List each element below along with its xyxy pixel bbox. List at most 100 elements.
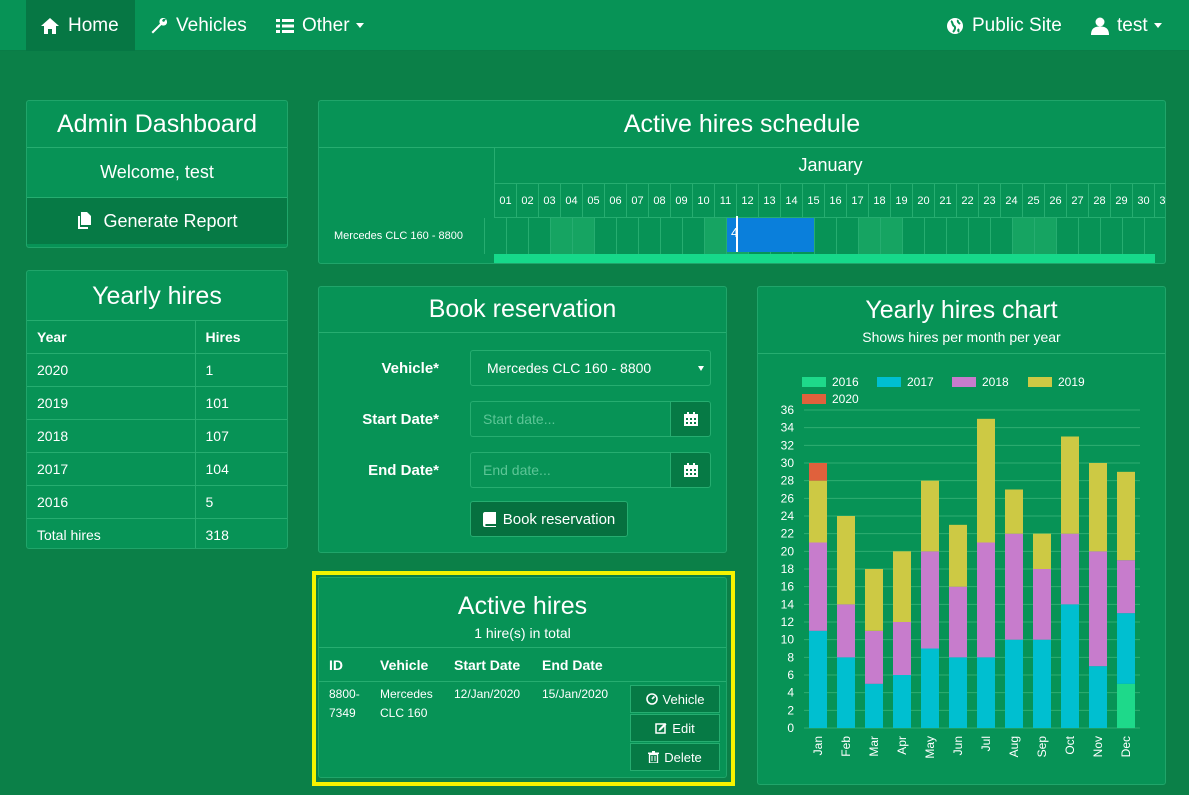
- total-value-cell: 318: [194, 518, 287, 548]
- schedule-cell[interactable]: [1012, 218, 1034, 254]
- end-date-calendar-button[interactable]: [670, 452, 711, 488]
- bar-segment[interactable]: [809, 480, 827, 543]
- schedule-cell[interactable]: [660, 218, 682, 254]
- bar-segment[interactable]: [865, 630, 883, 684]
- bar-segment[interactable]: [1005, 639, 1023, 728]
- x-tick-label: Mar: [867, 736, 881, 757]
- hire-vehicle-cell: Mercedes CLC 160: [380, 685, 433, 723]
- bar-segment[interactable]: [1117, 683, 1135, 728]
- nav-user-menu[interactable]: test: [1077, 0, 1176, 51]
- delete-hire-button[interactable]: Delete: [630, 743, 720, 771]
- schedule-cell[interactable]: [1078, 218, 1100, 254]
- bar-segment[interactable]: [921, 648, 939, 729]
- bar-segment[interactable]: [921, 480, 939, 552]
- bar-segment[interactable]: [949, 586, 967, 658]
- bar-segment[interactable]: [1117, 471, 1135, 561]
- schedule-cell[interactable]: [990, 218, 1012, 254]
- bar-segment[interactable]: [949, 524, 967, 587]
- hire-vehicle-line: Mercedes: [380, 687, 433, 701]
- day-header: 02: [516, 184, 538, 217]
- schedule-cell[interactable]: [924, 218, 946, 254]
- schedule-cell[interactable]: [1122, 218, 1144, 254]
- schedule-cell[interactable]: [682, 218, 704, 254]
- schedule-cell[interactable]: [836, 218, 858, 254]
- bar-segment[interactable]: [1117, 613, 1135, 684]
- hire-bar[interactable]: [727, 218, 814, 252]
- bar-segment[interactable]: [865, 683, 883, 728]
- schedule-cell[interactable]: [638, 218, 660, 254]
- bar-segment[interactable]: [893, 622, 911, 675]
- nav-vehicles[interactable]: Vehicles: [136, 0, 261, 51]
- bar-segment[interactable]: [1061, 604, 1079, 728]
- home-icon: [41, 17, 59, 34]
- bar-segment[interactable]: [977, 418, 995, 543]
- y-tick-label: 36: [781, 403, 795, 417]
- bar-segment[interactable]: [893, 675, 911, 728]
- bar-segment[interactable]: [921, 551, 939, 649]
- bar-segment[interactable]: [1061, 533, 1079, 605]
- bar-segment[interactable]: [977, 542, 995, 658]
- schedule-cell[interactable]: [572, 218, 594, 254]
- book-reservation-button[interactable]: Book reservation: [470, 501, 628, 537]
- column-header: Year: [27, 320, 195, 354]
- schedule-cell[interactable]: [814, 218, 836, 254]
- wrench-icon: [151, 17, 168, 33]
- view-vehicle-button[interactable]: Vehicle: [630, 685, 720, 713]
- nav-home[interactable]: Home: [26, 0, 135, 51]
- schedule-cell[interactable]: [528, 218, 550, 254]
- bar-segment[interactable]: [837, 604, 855, 658]
- booking-panel: Book reservation Vehicle* Mercedes CLC 1…: [318, 286, 727, 553]
- bar-segment[interactable]: [1005, 489, 1023, 534]
- hire-vehicle-line: CLC 160: [380, 706, 428, 720]
- day-header: 26: [1044, 184, 1066, 217]
- hire-end-cell: 15/Jan/2020: [542, 687, 609, 701]
- end-date-input[interactable]: End date...: [470, 452, 670, 488]
- day-header: 22: [956, 184, 978, 217]
- schedule-cell[interactable]: [968, 218, 990, 254]
- schedule-cell[interactable]: [946, 218, 968, 254]
- schedule-cell[interactable]: [1056, 218, 1078, 254]
- start-date-calendar-button[interactable]: [670, 401, 711, 437]
- bar-segment[interactable]: [809, 630, 827, 728]
- bar-segment[interactable]: [809, 542, 827, 631]
- schedule-cell[interactable]: [1144, 218, 1165, 254]
- horizontal-scrollbar[interactable]: [494, 254, 1155, 263]
- bar-segment[interactable]: [1033, 639, 1051, 728]
- bar-segment[interactable]: [1089, 463, 1107, 552]
- bar-segment[interactable]: [809, 463, 827, 481]
- y-tick-label: 10: [781, 633, 795, 647]
- schedule-cell[interactable]: [506, 218, 528, 254]
- schedule-cell[interactable]: [616, 218, 638, 254]
- schedule-cell[interactable]: [594, 218, 616, 254]
- bar-segment[interactable]: [837, 516, 855, 605]
- generate-report-button[interactable]: Generate Report: [27, 198, 287, 244]
- bar-segment[interactable]: [893, 551, 911, 622]
- bar-segment[interactable]: [1089, 551, 1107, 667]
- bar-segment[interactable]: [1005, 533, 1023, 640]
- nav-other[interactable]: Other: [262, 0, 378, 51]
- schedule-cell[interactable]: [550, 218, 572, 254]
- schedule-cell[interactable]: [858, 218, 880, 254]
- bar-segment[interactable]: [865, 569, 883, 631]
- bar-segment[interactable]: [1061, 436, 1079, 534]
- edit-hire-button[interactable]: Edit: [630, 714, 720, 742]
- nav-public-site[interactable]: Public Site: [932, 0, 1076, 51]
- bar-segment[interactable]: [949, 657, 967, 728]
- table-header-row: Year Hires: [27, 320, 287, 354]
- vehicle-select[interactable]: Mercedes CLC 160 - 8800: [470, 350, 711, 386]
- chart-panel: Yearly hires chart Shows hires per month…: [757, 286, 1166, 785]
- schedule-cell[interactable]: [1100, 218, 1122, 254]
- bar-segment[interactable]: [1117, 560, 1135, 614]
- schedule-cell[interactable]: [484, 218, 506, 254]
- bar-segment[interactable]: [1033, 569, 1051, 640]
- bar-segment[interactable]: [1089, 666, 1107, 728]
- schedule-cell[interactable]: [902, 218, 924, 254]
- schedule-cell[interactable]: [1034, 218, 1056, 254]
- schedule-cell[interactable]: [704, 218, 726, 254]
- chevron-down-icon: [1153, 23, 1162, 28]
- start-date-input[interactable]: Start date...: [470, 401, 670, 437]
- bar-segment[interactable]: [1033, 533, 1051, 569]
- bar-segment[interactable]: [837, 657, 855, 728]
- schedule-cell[interactable]: [880, 218, 902, 254]
- bar-segment[interactable]: [977, 657, 995, 728]
